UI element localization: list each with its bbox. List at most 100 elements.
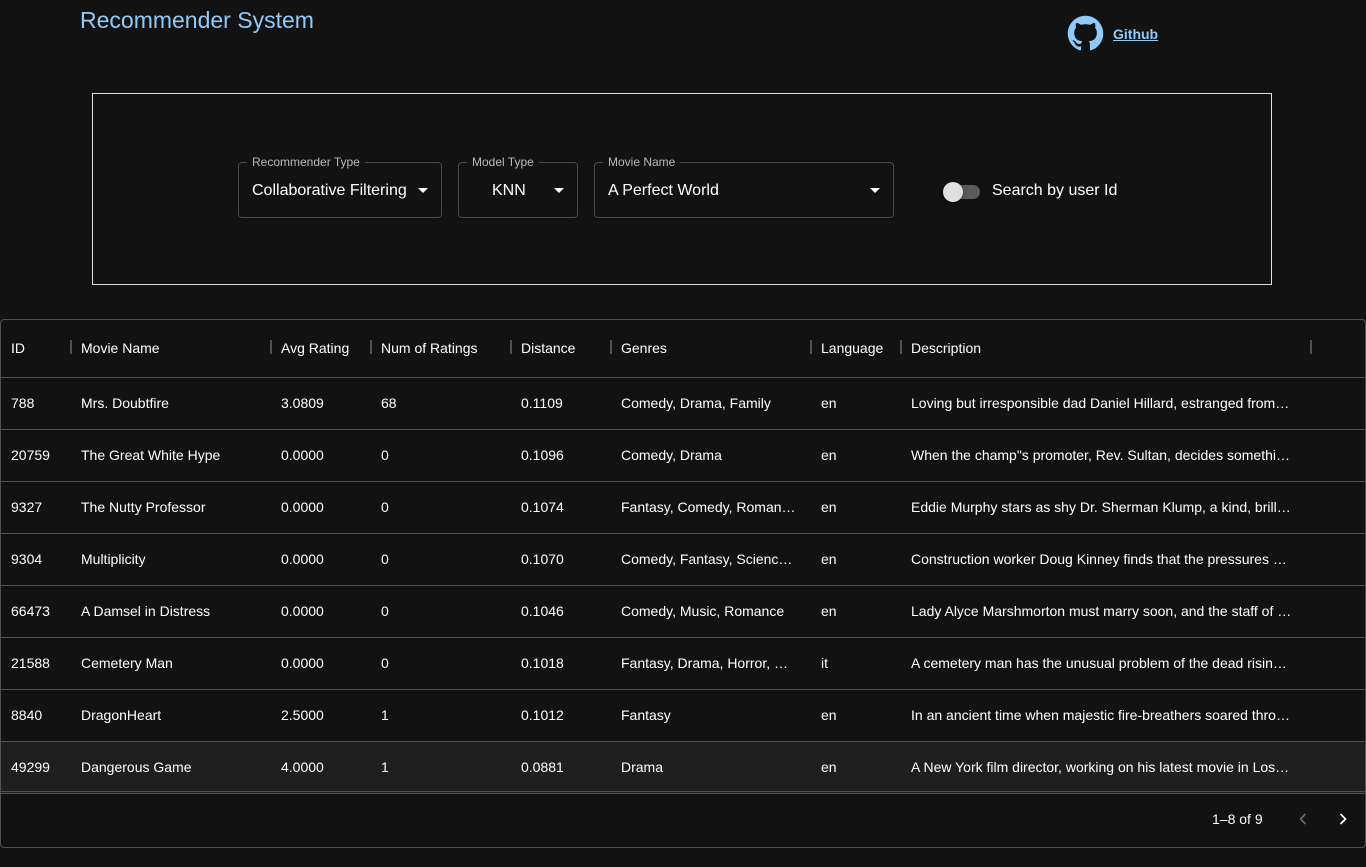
cell-distance: 0.1096 — [521, 447, 564, 463]
cell-id: 66473 — [11, 603, 50, 619]
results-table: ID Movie Name Avg Rating Num of Ratings Dist… — [0, 319, 1366, 848]
table-row[interactable]: 21588 Cemetery Man 0.0000 0 0.1018 Fantasy, D… — [1, 638, 1365, 690]
cell-genres: Comedy, Fantasy, Scienc… — [621, 551, 793, 567]
table-footer: 1–8 of 9 — [1, 791, 1365, 847]
column-header-genres[interactable]: Genres — [621, 320, 667, 376]
cell-description: When the champ"s promoter, Rev. Sultan, … — [911, 447, 1290, 463]
cell-distance: 0.1109 — [521, 395, 563, 411]
user-id-toggle-label: Search by user Id — [992, 182, 1118, 199]
cell-description: In an ancient time when majestic fire-br… — [911, 707, 1290, 723]
cell-language: en — [821, 707, 837, 723]
filter-panel: Recommender Type Collaborative Filtering… — [92, 93, 1272, 285]
column-header-movie-name[interactable]: Movie Name — [81, 320, 160, 376]
github-link[interactable]: Github — [1067, 15, 1158, 52]
table-row[interactable]: 9304 Multiplicity 0.0000 0 0.1070 Comedy, Fan… — [1, 534, 1365, 586]
cell-distance: 0.1046 — [521, 603, 564, 619]
model-type-label: Model Type — [467, 155, 539, 169]
cell-avg-rating: 0.0000 — [281, 551, 324, 567]
cell-id: 788 — [11, 395, 35, 411]
column-resize-handle[interactable] — [610, 340, 612, 354]
cell-description: Lady Alyce Marshmorton must marry soon, … — [911, 603, 1292, 619]
table-header: ID Movie Name Avg Rating Num of Ratings Dist… — [1, 320, 1365, 378]
cell-avg-rating: 4.0000 — [281, 759, 324, 775]
cell-description: Eddie Murphy stars as shy Dr. Sherman Kl… — [911, 499, 1291, 515]
column-resize-handle[interactable] — [900, 340, 902, 354]
cell-genres: Fantasy, Comedy, Roman… — [621, 499, 796, 515]
cell-num-ratings: 0 — [381, 655, 389, 671]
cell-num-ratings: 0 — [381, 603, 389, 619]
user-id-toggle[interactable] — [943, 182, 981, 202]
cell-genres: Comedy, Drama, Family — [621, 395, 771, 411]
model-type-select[interactable]: Model Type KNN — [458, 155, 578, 218]
recommender-type-value: Collaborative Filtering — [252, 182, 407, 199]
cell-distance: 0.1074 — [521, 499, 564, 515]
cell-genres: Comedy, Drama — [621, 447, 722, 463]
column-resize-handle[interactable] — [810, 340, 812, 354]
movie-name-value: A Perfect World — [608, 182, 719, 199]
column-header-id[interactable]: ID — [11, 320, 25, 376]
chevron-left-icon — [1299, 813, 1307, 825]
table-row[interactable]: 49299 Dangerous Game 4.0000 1 0.0881 Drama en A… — [1, 742, 1365, 794]
cell-movie-name: DragonHeart — [81, 707, 162, 723]
cell-id: 20759 — [11, 447, 50, 463]
arrow-drop-down-icon — [870, 188, 880, 193]
cell-distance: 0.0881 — [521, 759, 564, 775]
previous-page-button[interactable] — [1286, 802, 1320, 836]
chevron-right-icon — [1339, 813, 1347, 825]
cell-id: 9327 — [11, 499, 43, 515]
github-icon — [1067, 15, 1104, 52]
column-header-language[interactable]: Language — [821, 320, 883, 376]
table-row[interactable]: 9327 The Nutty Professor 0.0000 0 0.1074 Fant… — [1, 482, 1365, 534]
cell-movie-name: Cemetery Man — [81, 655, 173, 671]
table-row[interactable]: 8840 DragonHeart 2.5000 1 0.1012 Fantasy en In … — [1, 690, 1365, 742]
cell-description: Loving but irresponsible dad Daniel Hill… — [911, 395, 1290, 411]
cell-id: 21588 — [11, 655, 50, 671]
next-page-button[interactable] — [1326, 802, 1360, 836]
table-body: 788 Mrs. Doubtfire 3.0809 68 0.1109 Comedy, D… — [1, 378, 1365, 794]
arrow-drop-down-icon — [418, 188, 428, 193]
column-header-avg-rating[interactable]: Avg Rating — [281, 320, 349, 376]
cell-genres: Comedy, Music, Romance — [621, 603, 785, 619]
column-header-description[interactable]: Description — [911, 320, 981, 376]
movie-name-select[interactable]: Movie Name A Perfect World — [594, 155, 894, 218]
cell-language: en — [821, 395, 837, 411]
column-resize-handle[interactable] — [270, 340, 272, 354]
table-row[interactable]: 66473 A Damsel in Distress 0.0000 0 0.1046 Co… — [1, 586, 1365, 638]
cell-num-ratings: 0 — [381, 499, 389, 515]
column-resize-handle[interactable] — [70, 340, 72, 354]
table-row[interactable]: 20759 The Great White Hype 0.0000 0 0.1096 Co… — [1, 430, 1365, 482]
cell-genres: Drama — [621, 759, 664, 775]
cell-language: en — [821, 603, 837, 619]
column-resize-handle[interactable] — [510, 340, 512, 354]
column-resize-handle[interactable] — [1310, 340, 1312, 354]
cell-language: en — [821, 759, 837, 775]
cell-genres: Fantasy — [621, 707, 671, 723]
cell-distance: 0.1070 — [521, 551, 564, 567]
cell-movie-name: Mrs. Doubtfire — [81, 395, 169, 411]
recommender-type-select[interactable]: Recommender Type Collaborative Filtering — [238, 155, 442, 218]
cell-id: 49299 — [11, 759, 50, 775]
column-resize-handle[interactable] — [370, 340, 372, 354]
toggle-thumb — [943, 182, 963, 202]
cell-num-ratings: 1 — [381, 759, 389, 775]
cell-avg-rating: 0.0000 — [281, 603, 324, 619]
column-header-distance[interactable]: Distance — [521, 320, 575, 376]
cell-description: Construction worker Doug Kinney finds th… — [911, 551, 1287, 567]
recommender-type-label: Recommender Type — [247, 155, 365, 169]
table-row[interactable]: 788 Mrs. Doubtfire 3.0809 68 0.1109 Comedy, D… — [1, 378, 1365, 430]
cell-language: en — [821, 499, 837, 515]
cell-avg-rating: 3.0809 — [281, 395, 324, 411]
cell-distance: 0.1018 — [521, 655, 564, 671]
cell-movie-name: The Nutty Professor — [81, 499, 206, 515]
cell-id: 9304 — [11, 551, 43, 567]
cell-movie-name: The Great White Hype — [81, 447, 221, 463]
github-label: Github — [1113, 25, 1159, 42]
cell-genres: Fantasy, Drama, Horror, … — [621, 655, 789, 671]
arrow-drop-down-icon — [554, 188, 564, 193]
column-header-num-ratings[interactable]: Num of Ratings — [381, 320, 477, 376]
app-title: Recommender System — [80, 7, 314, 33]
model-type-value: KNN — [492, 182, 526, 199]
cell-num-ratings: 1 — [381, 707, 389, 723]
cell-language: it — [821, 655, 828, 671]
movie-name-label: Movie Name — [603, 155, 681, 169]
